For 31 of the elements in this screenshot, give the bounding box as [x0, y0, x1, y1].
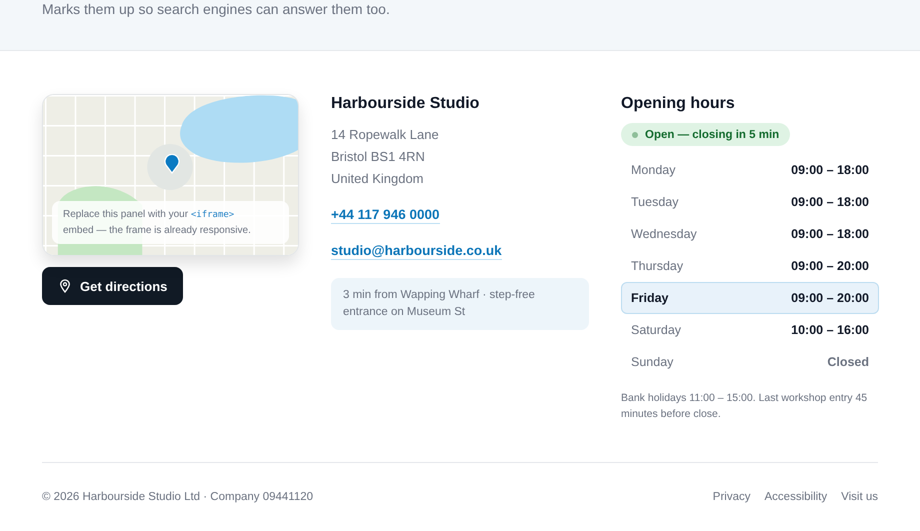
day-hours: 09:00 – 18:00 — [791, 195, 869, 209]
day-name: Monday — [631, 163, 676, 177]
day-name: Tuesday — [631, 195, 678, 209]
day-name: Wednesday — [631, 227, 697, 241]
address-text: 14 Ropewalk Lane Bristol BS1 4RN United Kingdom — [331, 126, 440, 188]
map-pin-icon — [164, 154, 180, 174]
location-pin-icon — [59, 279, 71, 293]
hours-title: Opening hours — [621, 94, 736, 114]
day-name: Friday — [631, 291, 669, 305]
day-hours: 09:00 – 20:00 — [791, 291, 869, 305]
intro-text: Marks them up so search engines can answer them too. — [41, 0, 391, 17]
email-link[interactable]: studio@harbourside.co.uk — [331, 242, 502, 260]
get-directions-button[interactable]: Get directions — [42, 267, 184, 305]
day-name: Sunday — [631, 355, 674, 369]
copyright-text: © 2026 Harbourside Studio Ltd · Company 09441120 — [42, 491, 314, 503]
day-name: Saturday — [631, 323, 682, 337]
day-hours: 09:00 – 18:00 — [791, 227, 869, 241]
transit-note: 3 min from Wapping Wharf · step-free entrance on Museum St — [331, 278, 589, 330]
day-hours: 09:00 – 20:00 — [791, 259, 869, 273]
status-badge: Open — closing in 5 min — [621, 123, 790, 146]
footer-link[interactable]: Visit us — [841, 491, 878, 503]
day-hours: 10:00 – 16:00 — [791, 323, 869, 337]
footer-link[interactable]: Privacy — [712, 491, 750, 503]
day-hours: 09:00 – 18:00 — [791, 163, 869, 177]
day-hours: Closed — [827, 355, 869, 369]
map-note: Replace this panel with your <iframe> embed — the frame is already responsive. — [52, 201, 289, 244]
studio-name: Harbourside Studio — [331, 94, 480, 114]
day-name: Thursday — [631, 259, 684, 273]
footer-link[interactable]: Accessibility — [764, 491, 828, 503]
hours-note: Bank holidays 11:00 – 15:00. Last workshop entry 45 minutes before close. — [621, 391, 868, 422]
phone-link[interactable]: +44 117 946 0000 — [331, 206, 440, 224]
